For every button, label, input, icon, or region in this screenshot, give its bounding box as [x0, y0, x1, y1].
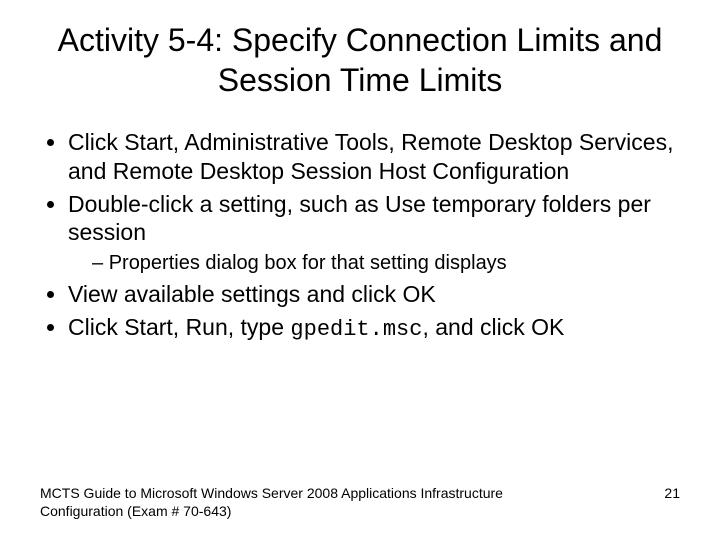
sub-bullet-list: Properties dialog box for that setting d… [68, 251, 680, 276]
slide: Activity 5-4: Specify Connection Limits … [0, 0, 720, 540]
footer-text: MCTS Guide to Microsoft Windows Server 2… [40, 485, 540, 520]
bullet-text: Double-click a setting, such as Use temp… [68, 191, 651, 246]
slide-title: Activity 5-4: Specify Connection Limits … [40, 20, 680, 100]
code-text: gpedit.msc [290, 317, 422, 342]
bullet-text-pre: Click Start, Run, type [68, 314, 290, 340]
sub-bullet-item: Properties dialog box for that setting d… [92, 251, 680, 276]
bullet-item: Click Start, Administrative Tools, Remot… [68, 128, 680, 186]
bullet-text-post: , and click OK [422, 314, 564, 340]
bullet-item: View available settings and click OK [68, 280, 680, 309]
bullet-item: Double-click a setting, such as Use temp… [68, 190, 680, 277]
page-number: 21 [664, 485, 680, 501]
bullet-item: Click Start, Run, type gpedit.msc, and c… [68, 313, 680, 344]
bullet-list: Click Start, Administrative Tools, Remot… [40, 128, 680, 343]
footer: MCTS Guide to Microsoft Windows Server 2… [40, 485, 680, 520]
